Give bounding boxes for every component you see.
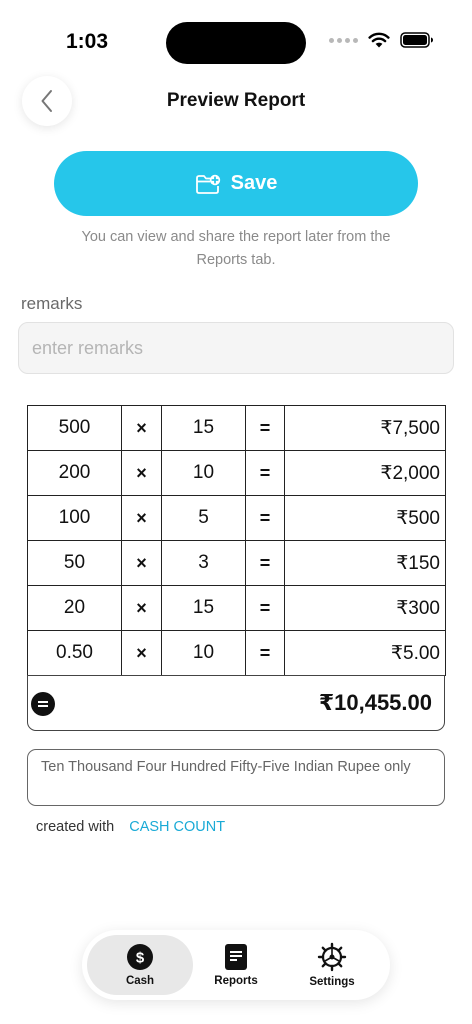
- multiply-sign: ×: [121, 630, 162, 676]
- wifi-icon: [368, 32, 390, 48]
- count-cell: 5: [161, 495, 246, 541]
- tab-reports-label: Reports: [214, 975, 258, 987]
- tab-cash[interactable]: $ Cash: [87, 935, 193, 995]
- multiply-sign: ×: [121, 495, 162, 541]
- denomination-cell: 100: [27, 495, 122, 541]
- credit-line: created with CASH COUNT: [36, 819, 225, 835]
- table-row: 500 × 15 = ₹7,500: [27, 405, 446, 451]
- total-row: ₹10,455.00: [27, 675, 445, 731]
- amount-in-words: Ten Thousand Four Hundred Fifty-Five Ind…: [27, 749, 445, 806]
- amount-cell: ₹500: [284, 495, 446, 541]
- multiply-sign: ×: [121, 405, 162, 451]
- total-amount: ₹10,455.00: [318, 690, 432, 715]
- amount-cell: ₹5.00: [284, 630, 446, 676]
- amount-cell: ₹150: [284, 540, 446, 586]
- signal-icon: [329, 37, 358, 43]
- dollar-circle-icon: $: [127, 944, 153, 970]
- gear-icon: [317, 942, 347, 972]
- multiply-sign: ×: [121, 540, 162, 586]
- amount-cell: ₹7,500: [284, 405, 446, 451]
- status-icons: [329, 32, 434, 48]
- remarks-input[interactable]: [18, 322, 454, 374]
- tab-settings-label: Settings: [309, 976, 355, 988]
- denomination-cell: 20: [27, 585, 122, 631]
- multiply-sign: ×: [121, 450, 162, 496]
- save-hint-text: You can view and share the report later …: [81, 229, 391, 268]
- amount-cell: ₹300: [284, 585, 446, 631]
- page-title: Preview Report: [166, 90, 306, 111]
- equals-icon: [31, 692, 55, 716]
- equals-sign: =: [245, 585, 285, 631]
- table-row: 20 × 15 = ₹300: [27, 585, 446, 631]
- svg-text:$: $: [136, 950, 145, 967]
- table-row: 50 × 3 = ₹150: [27, 540, 446, 586]
- denomination-cell: 200: [27, 450, 122, 496]
- equals-sign: =: [245, 540, 285, 586]
- equals-sign: =: [245, 495, 285, 541]
- count-cell: 15: [161, 585, 246, 631]
- brand-link[interactable]: CASH COUNT: [129, 819, 225, 835]
- denomination-cell: 500: [27, 405, 122, 451]
- count-cell: 10: [161, 630, 246, 676]
- status-time: 1:03: [66, 30, 109, 53]
- equals-sign: =: [245, 405, 285, 451]
- battery-icon: [400, 32, 433, 48]
- save-button[interactable]: Save: [54, 151, 418, 216]
- count-cell: 10: [161, 450, 246, 496]
- denomination-cell: 50: [27, 540, 122, 586]
- remarks-label: remarks: [21, 294, 83, 313]
- save-label: Save: [230, 172, 278, 194]
- folder-add-icon: [195, 174, 220, 194]
- dynamic-island: [166, 22, 306, 64]
- denomination-cell: 0.50: [27, 630, 122, 676]
- multiply-sign: ×: [121, 585, 162, 631]
- table-row: 0.50 × 10 = ₹5.00: [27, 630, 446, 676]
- tab-reports[interactable]: Reports: [186, 935, 286, 995]
- table-row: 100 × 5 = ₹500: [27, 495, 446, 541]
- count-cell: 15: [161, 405, 246, 451]
- count-cell: 3: [161, 540, 246, 586]
- document-icon: [225, 944, 247, 970]
- status-bar: 1:03: [0, 0, 472, 78]
- equals-sign: =: [245, 630, 285, 676]
- tab-settings[interactable]: Settings: [282, 935, 382, 995]
- bottom-nav: $ Cash Reports Settings: [82, 930, 390, 1000]
- table-row: 200 × 10 = ₹2,000: [27, 450, 446, 496]
- equals-sign: =: [245, 450, 285, 496]
- denomination-table: 500 × 15 = ₹7,500 200 × 10 = ₹2,000 100 …: [27, 405, 446, 676]
- tab-cash-label: Cash: [125, 975, 155, 987]
- credit-prefix: created with: [36, 819, 115, 835]
- amount-cell: ₹2,000: [284, 450, 446, 496]
